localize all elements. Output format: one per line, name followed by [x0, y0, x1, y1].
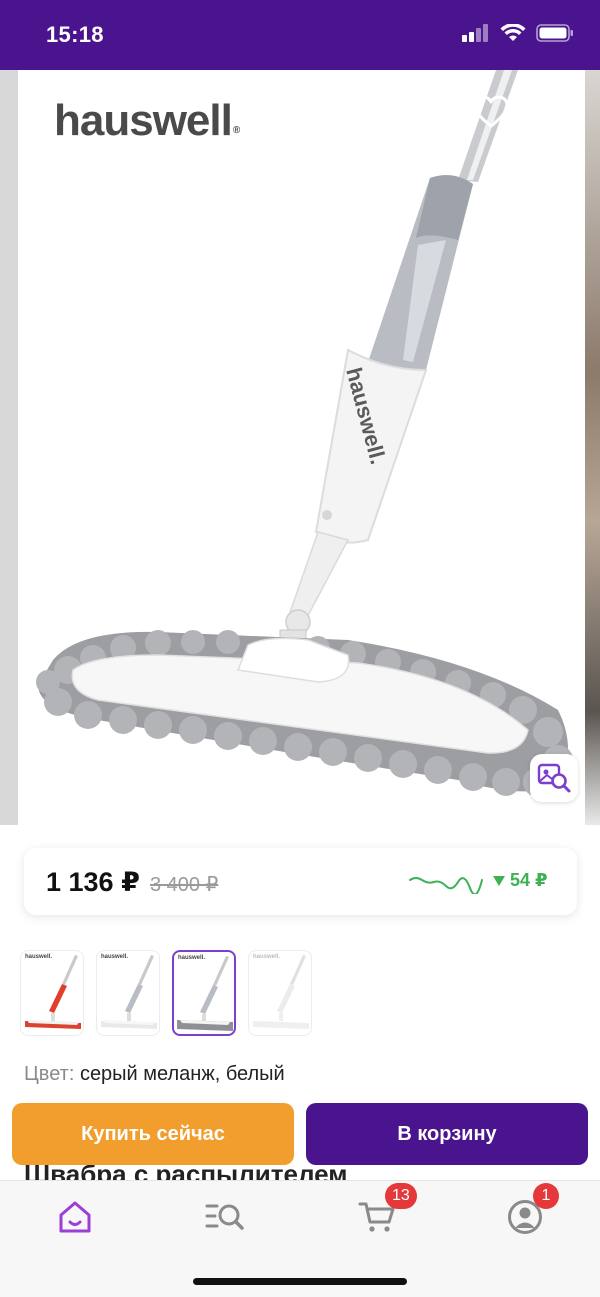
- cart-count-badge: 13: [385, 1183, 417, 1209]
- thumbnail-brand: hauswell.: [101, 954, 129, 960]
- back-chevron-icon[interactable]: [24, 96, 52, 132]
- image-search-button[interactable]: [530, 754, 578, 802]
- current-price: 1 136 ₽: [46, 867, 140, 897]
- mop-thumbnail-image: [253, 955, 309, 1029]
- share-icon[interactable]: [546, 90, 582, 134]
- price-drop-value: 54 ₽: [510, 870, 548, 890]
- down-triangle-icon: [493, 875, 505, 886]
- add-to-cart-button[interactable]: В корзину: [306, 1103, 588, 1165]
- wifi-icon: [500, 24, 526, 41]
- color-label: Цвет:: [24, 1063, 75, 1085]
- old-price: 3 400 ₽: [150, 874, 219, 896]
- variant-thumbnail[interactable]: hauswell.: [96, 950, 160, 1036]
- color-value: серый меланж, белый: [79, 1063, 285, 1085]
- thumbnail-brand: hauswell.: [178, 955, 206, 961]
- price-drop[interactable]: 54 ₽: [492, 870, 548, 891]
- previous-photo-peek: [0, 70, 18, 825]
- cellular-signal-icon: [462, 24, 488, 42]
- spray-mop-image: hauswell.: [36, 70, 573, 797]
- tab-home[interactable]: [53, 1197, 97, 1237]
- product-photo[interactable]: hauswell.: [18, 70, 585, 825]
- variant-thumbnail[interactable]: hauswell.: [20, 950, 84, 1036]
- next-photo-peek[interactable]: [585, 70, 600, 825]
- mop-thumbnail-image: [177, 956, 233, 1031]
- status-icons: [462, 24, 574, 42]
- brand-logo: hauswell®: [54, 96, 240, 145]
- catalog-search-icon: [205, 1204, 244, 1230]
- tab-catalog-search[interactable]: [203, 1197, 247, 1237]
- tab-cart[interactable]: 13: [355, 1183, 417, 1237]
- variant-thumbnail-selected[interactable]: hauswell.: [172, 950, 236, 1036]
- image-search-icon: [537, 763, 571, 793]
- status-time: 15:18: [46, 22, 104, 47]
- profile-notification-badge: 1: [533, 1183, 559, 1209]
- variant-thumbnails: hauswell. hauswell. hauswell. hauswell.: [20, 950, 312, 1036]
- favorite-heart-icon[interactable]: [472, 94, 510, 130]
- product-gallery[interactable]: hauswell. hauswell®: [0, 70, 600, 825]
- buy-now-button[interactable]: Купить сейчас: [12, 1103, 294, 1165]
- status-bar: 15:18: [0, 0, 600, 70]
- mop-thumbnail-image: [101, 955, 157, 1029]
- thumbnail-brand: hauswell.: [253, 954, 281, 960]
- variant-thumbnail[interactable]: hauswell.: [248, 950, 312, 1036]
- tab-profile[interactable]: 1: [503, 1183, 559, 1237]
- price-history-sparkline[interactable]: [408, 870, 484, 894]
- home-icon: [59, 1201, 91, 1233]
- thumbnail-brand: hauswell.: [25, 954, 53, 960]
- home-indicator: [193, 1278, 407, 1285]
- price-card: 1 136 ₽ 3 400 ₽ 54 ₽: [24, 848, 577, 915]
- battery-icon: [536, 24, 573, 42]
- mop-thumbnail-image: [25, 955, 81, 1029]
- color-info: Цвет: серый меланж, белый: [24, 1063, 285, 1086]
